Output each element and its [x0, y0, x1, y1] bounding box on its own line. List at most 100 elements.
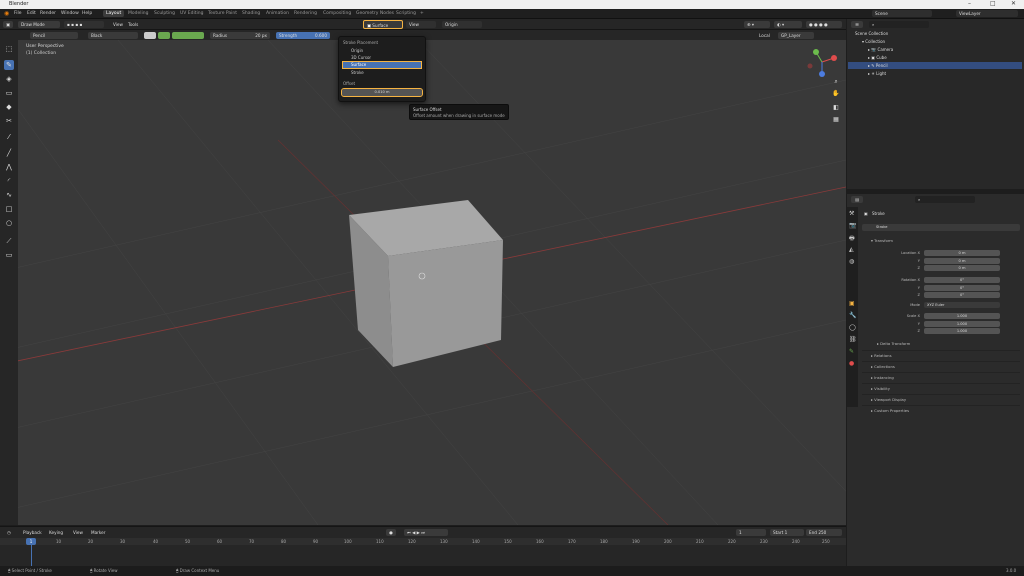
radius-field[interactable]: Radius 20 px	[210, 32, 270, 39]
perspective-toggle-icon[interactable]: ▦	[832, 116, 840, 124]
color-swatch-white[interactable]	[144, 32, 156, 39]
add-workspace-button[interactable]: +	[420, 11, 424, 16]
menu-help[interactable]: Help	[82, 11, 92, 16]
placement-option-3d-cursor[interactable]: 3D Cursor	[343, 55, 421, 61]
material-tab-icon[interactable]: ●	[849, 360, 854, 367]
scale-z-field[interactable]: 1.000	[924, 328, 1000, 334]
panel-instancing[interactable]: ▸ Instancing	[862, 372, 1020, 381]
strength-field[interactable]: Strength 0.600	[276, 32, 330, 39]
rotation-z-field[interactable]: 0°	[924, 292, 1000, 298]
constraint-tab-icon[interactable]: ⛓	[849, 336, 857, 343]
blender-logo-icon[interactable]: ◉	[4, 10, 9, 17]
curve-tool-icon[interactable]: ∿	[4, 190, 14, 200]
tab-layout[interactable]: Layout	[103, 10, 125, 17]
tab-sculpting[interactable]: Sculpting	[154, 11, 175, 16]
polyline-tool-icon[interactable]: ⋀	[4, 162, 14, 172]
outliner-row-collection[interactable]: ▾ Collection	[862, 38, 1024, 45]
navigation-gizmo[interactable]	[806, 46, 838, 78]
view-dropdown[interactable]: View	[406, 21, 436, 28]
origin-dropdown[interactable]: Origin	[442, 21, 482, 28]
shading-buttons[interactable]: ● ● ● ●	[806, 21, 842, 28]
physics-tab-icon[interactable]: ◯	[849, 324, 856, 331]
current-frame-field[interactable]: 1	[736, 529, 766, 536]
zoom-icon[interactable]: ⌕	[832, 78, 840, 86]
tab-shading[interactable]: Shading	[242, 11, 260, 16]
outliner-row-cube[interactable]: ▸ ▣ Cube	[868, 54, 1024, 61]
annotate-tool-icon[interactable]: ⟋	[4, 236, 14, 246]
placement-option-origin[interactable]: Origin	[343, 48, 421, 54]
record-button[interactable]: ●	[386, 529, 396, 536]
tool-tab-icon[interactable]: ⚒	[849, 210, 854, 217]
timeline-editor-icon[interactable]: ◷	[4, 529, 14, 536]
rotation-mode-dropdown[interactable]: XYZ Euler	[924, 302, 1000, 308]
eyedropper-tool-icon[interactable]: ⁄	[4, 132, 14, 142]
offset-field[interactable]: 0.010 m	[341, 88, 423, 97]
outliner-row-pencil[interactable]: ▸ ✎ Pencil	[848, 62, 1022, 69]
properties-search[interactable]: ⌕	[915, 196, 975, 203]
camera-view-icon[interactable]: ◧	[832, 104, 840, 112]
placement-option-stroke[interactable]: Stroke	[343, 70, 421, 76]
cutter-tool-icon[interactable]: ✂	[4, 116, 14, 126]
select-mode-buttons[interactable]: ▪ ▪ ▪ ▪	[64, 21, 104, 28]
tab-modeling[interactable]: Modeling	[128, 11, 148, 16]
measure-tool-icon[interactable]: ▭	[4, 250, 14, 260]
line-tool-icon[interactable]: ╱	[4, 148, 14, 158]
local-label[interactable]: Local	[756, 32, 773, 39]
gizmo-toggle[interactable]: ⊕ ▾	[744, 21, 770, 28]
object-tab-icon[interactable]: ▣	[849, 300, 855, 307]
circle-tool-icon[interactable]: ○	[4, 218, 14, 228]
color-swatch-green[interactable]	[158, 32, 170, 39]
properties-editor-icon[interactable]: ▤	[851, 196, 863, 203]
rotation-x-field[interactable]: 0°	[924, 277, 1000, 283]
panel-visibility[interactable]: ▸ Visibility	[862, 383, 1020, 392]
menu-render[interactable]: Render	[40, 11, 56, 16]
brush-selector[interactable]: Pencil	[30, 32, 78, 39]
outliner-editor-icon[interactable]: ☰	[851, 21, 863, 28]
playback-controls[interactable]: ⏮ ◀ ▶ ⏭	[404, 529, 448, 536]
object-name-field[interactable]: Stroke	[862, 224, 1020, 231]
data-tab-icon[interactable]: ✎	[849, 348, 854, 355]
scale-y-field[interactable]: 1.000	[924, 321, 1000, 327]
outliner-filter-icon[interactable]: ⌕	[869, 21, 929, 28]
gp-layer-selector[interactable]: GP_Layer	[778, 32, 814, 39]
menu-file[interactable]: File	[14, 11, 22, 16]
scale-x-field[interactable]: 1.000	[924, 313, 1000, 319]
maximize-button[interactable]: □	[990, 0, 996, 7]
outliner-root[interactable]: Scene Collection	[855, 30, 1021, 37]
arc-tool-icon[interactable]: ◜	[4, 176, 14, 186]
fill-tool-icon[interactable]: ◈	[4, 74, 14, 84]
playhead[interactable]: 1	[26, 538, 36, 545]
tools-menu[interactable]: Tools	[125, 21, 141, 28]
tab-uv-editing[interactable]: UV Editing	[180, 11, 203, 16]
mode-selector[interactable]: Draw Mode	[18, 21, 60, 28]
color-bar[interactable]	[172, 32, 204, 39]
render-tab-icon[interactable]: 📷	[849, 222, 856, 229]
rotation-y-field[interactable]: 0°	[924, 285, 1000, 291]
panel-transform[interactable]: ▾ Transform	[862, 236, 1020, 245]
scene-selector[interactable]: Scene	[872, 10, 932, 17]
location-x-field[interactable]: 0 m	[924, 250, 1000, 256]
tab-rendering[interactable]: Rendering	[294, 11, 317, 16]
tab-texture-paint[interactable]: Texture Paint	[208, 11, 237, 16]
box-tool-icon[interactable]: □	[4, 204, 14, 214]
panel-custom-properties[interactable]: ▸ Custom Properties	[862, 405, 1020, 414]
frame-ruler[interactable]	[0, 538, 846, 545]
panel-collections[interactable]: ▸ Collections	[862, 361, 1020, 370]
end-frame-field[interactable]: End 250	[806, 529, 842, 536]
tab-animation[interactable]: Animation	[266, 11, 289, 16]
location-y-field[interactable]: 0 m	[924, 258, 1000, 264]
start-frame-field[interactable]: Start 1	[770, 529, 804, 536]
placement-option-surface[interactable]: Surface	[342, 61, 422, 69]
panel-delta-transform[interactable]: ▸ Delta Transform	[868, 339, 1024, 348]
menu-keying[interactable]: Keying	[46, 529, 66, 536]
pan-icon[interactable]: ✋	[832, 90, 840, 98]
erase-tool-icon[interactable]: ▭	[4, 88, 14, 98]
overlay-toggle[interactable]: ◐ ▾	[774, 21, 802, 28]
editor-type-icon[interactable]: ▣	[3, 21, 13, 28]
tab-geometry-nodes[interactable]: Geometry Nodes	[356, 11, 394, 16]
outliner-row-camera[interactable]: ▸ 📷 Camera	[868, 46, 1024, 53]
panel-viewport-display[interactable]: ▸ Viewport Display	[862, 394, 1020, 403]
location-z-field[interactable]: 0 m	[924, 265, 1000, 271]
modifier-tab-icon[interactable]: 🔧	[849, 312, 856, 319]
view-menu[interactable]: View	[110, 21, 126, 28]
